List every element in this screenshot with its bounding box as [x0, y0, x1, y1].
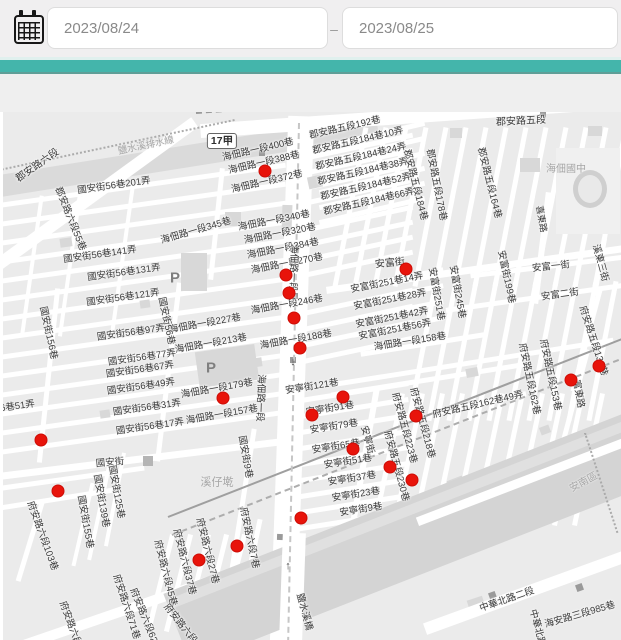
toolbar-map-gap — [0, 74, 621, 112]
report-marker[interactable] — [593, 360, 606, 373]
building — [99, 409, 110, 418]
report-marker[interactable] — [384, 461, 397, 474]
street-label: 海佃路一段 — [254, 374, 265, 422]
report-marker[interactable] — [52, 485, 65, 498]
report-marker[interactable] — [306, 409, 319, 422]
map[interactable]: 鹽水溪排水線郡安路六段郡安路六段55巷國安街56巷201弄海佃路一段400巷海佃… — [3, 112, 621, 640]
report-marker[interactable] — [231, 540, 244, 553]
report-marker[interactable] — [347, 443, 360, 456]
report-marker[interactable] — [400, 263, 413, 276]
report-marker[interactable] — [337, 391, 350, 404]
street-label: 安富一街 — [532, 260, 571, 273]
calendar-icon — [14, 15, 44, 44]
report-marker[interactable] — [294, 342, 307, 355]
street-label: 海佃路一段227巷 — [168, 313, 241, 335]
date-filter-toolbar: – — [0, 0, 621, 57]
school-track — [573, 170, 607, 208]
page: { "header": { "date_start": "2023/08/24"… — [0, 0, 621, 640]
street-label: 中華北路二段 — [478, 586, 535, 614]
end-date-input[interactable] — [342, 7, 618, 49]
oneway-arrow-icon: ↓ — [290, 356, 296, 368]
parking-icon: P — [170, 270, 180, 287]
parking-icon: P — [206, 360, 216, 377]
building — [575, 583, 584, 592]
building — [143, 456, 153, 466]
start-date-input[interactable] — [47, 7, 328, 49]
report-marker[interactable] — [259, 165, 272, 178]
street-label: 安寧街79巷 — [309, 419, 358, 436]
street-label: 中華北路 — [527, 608, 546, 640]
report-marker[interactable] — [280, 269, 293, 282]
report-marker[interactable] — [410, 410, 423, 423]
report-marker[interactable] — [295, 512, 308, 525]
teal-divider — [0, 60, 621, 72]
building — [59, 237, 72, 248]
report-marker[interactable] — [406, 474, 419, 487]
report-marker[interactable] — [565, 374, 578, 387]
street-label: 海佃國中 — [546, 165, 586, 175]
building — [588, 126, 602, 136]
report-marker[interactable] — [193, 554, 206, 567]
date-range-separator: – — [326, 21, 342, 37]
building — [181, 253, 207, 291]
oneway-arrow-icon: ↑ — [285, 560, 291, 572]
street-label: 安寧街 — [359, 425, 376, 455]
building — [249, 357, 262, 368]
oneway-arrow-icon: ↓ — [294, 241, 300, 253]
street-label: 海安路三段985巷 — [544, 600, 617, 629]
report-marker[interactable] — [217, 392, 230, 405]
street-label: 郡安路五段 — [496, 116, 546, 129]
building — [450, 128, 462, 138]
street-label: 溪仔墘 — [201, 478, 234, 489]
report-marker[interactable] — [283, 287, 296, 300]
highway-shield: 17甲 — [207, 133, 237, 149]
building — [520, 158, 540, 172]
report-marker[interactable] — [288, 312, 301, 325]
report-marker[interactable] — [35, 434, 48, 447]
building — [539, 424, 551, 435]
